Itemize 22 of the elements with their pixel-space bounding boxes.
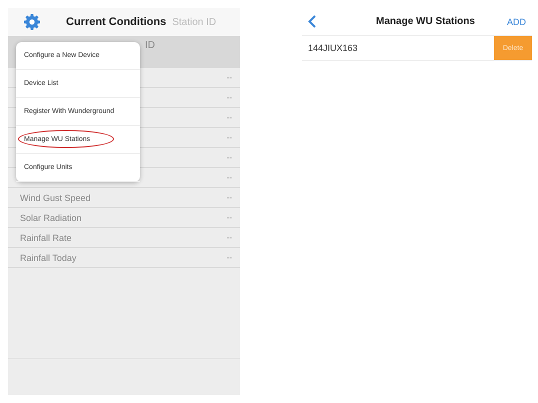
reading-value: --: [226, 213, 232, 222]
back-icon[interactable]: [308, 15, 316, 28]
reading-value: --: [226, 173, 232, 182]
station-id-label: Station ID: [172, 16, 216, 28]
reading-label: Solar Radiation: [20, 212, 82, 222]
reading-label: Rainfall Today: [20, 252, 76, 262]
reading-value: --: [226, 93, 232, 102]
station-id: 144JIUX163: [308, 43, 358, 53]
screen-title: Manage WU Stations: [376, 16, 475, 27]
reading-value: --: [226, 73, 232, 82]
reading-value: --: [226, 153, 232, 162]
reading-label: Wind Gust Speed: [20, 192, 91, 202]
reading-value: --: [226, 113, 232, 122]
column-header: ID: [145, 40, 155, 52]
reading-value: --: [226, 133, 232, 142]
reading-value: --: [226, 253, 232, 262]
settings-icon[interactable]: [24, 14, 40, 30]
add-button[interactable]: ADD: [506, 16, 526, 26]
reading-label: Rainfall Rate: [20, 232, 72, 242]
reading-value: --: [226, 193, 232, 202]
reading-value: --: [226, 233, 232, 242]
screen-title: Current Conditions: [66, 16, 166, 28]
